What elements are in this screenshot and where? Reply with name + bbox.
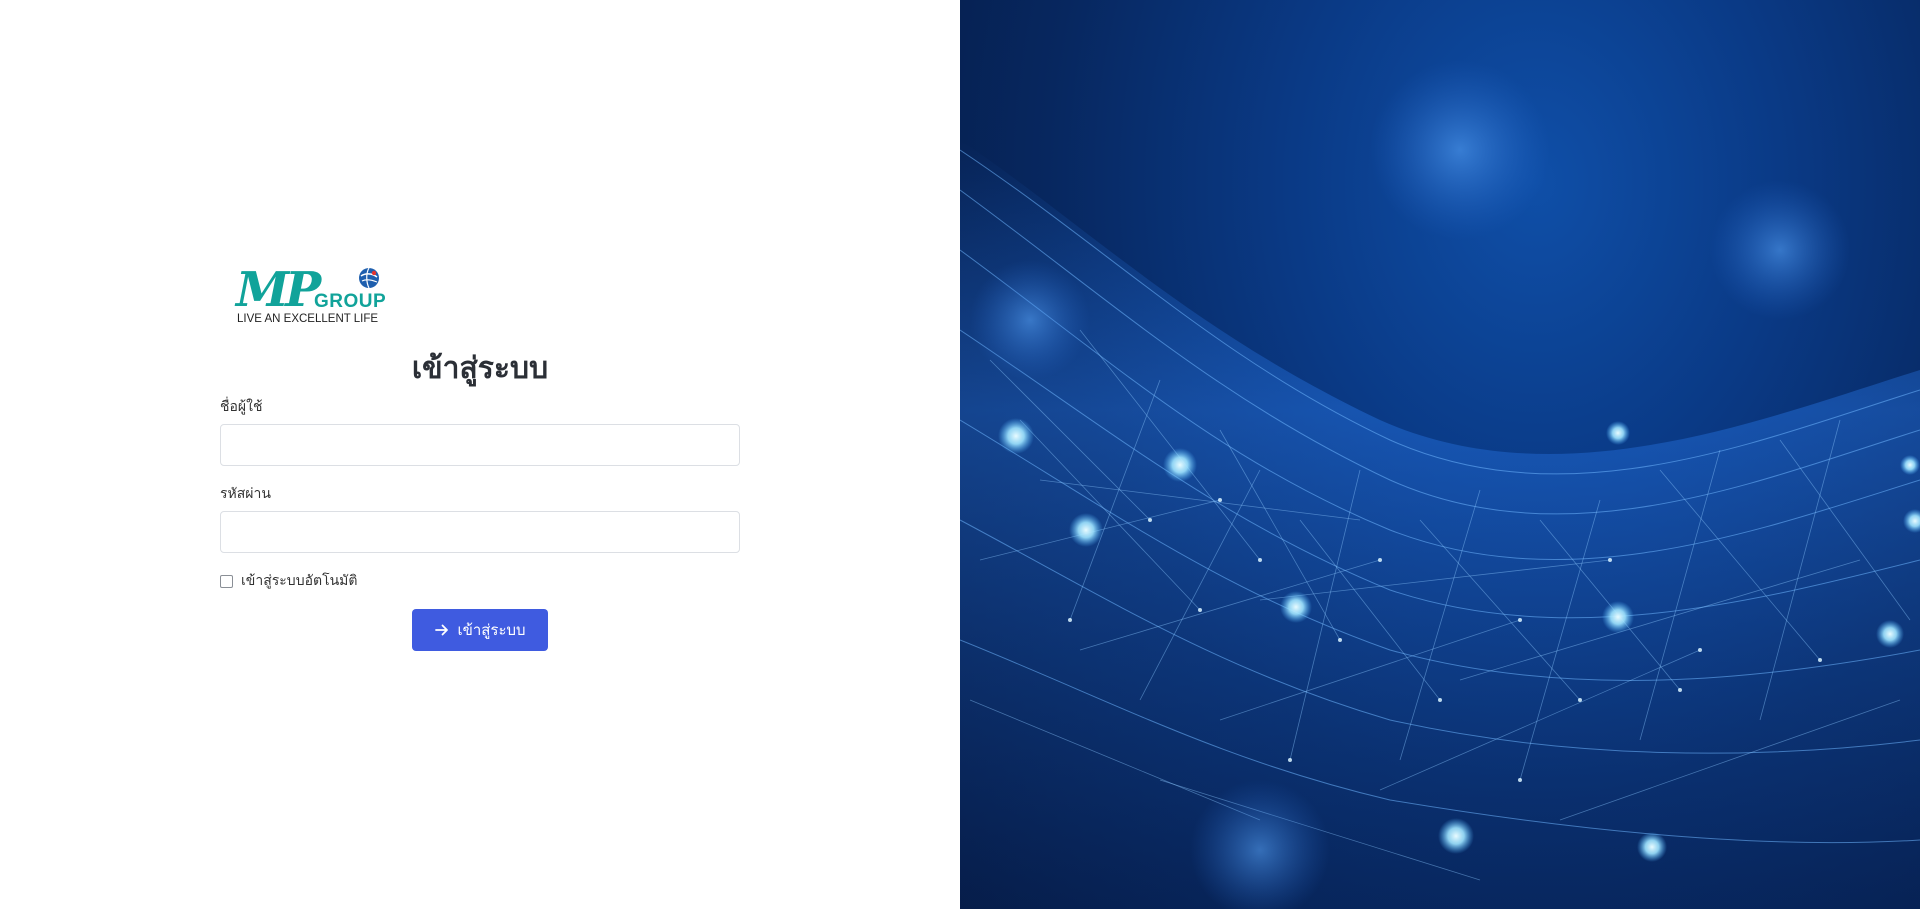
login-button[interactable]: เข้าสู่ระบบ	[412, 609, 548, 651]
mp-group-logo: MP GROUP LIVE AN EXCELLENT LIFE	[236, 262, 387, 328]
remember-me-label[interactable]: เข้าสู่ระบบอัตโนมัติ	[241, 570, 357, 592]
remember-me-row: เข้าสู่ระบบอัตโนมัติ	[220, 570, 357, 592]
network-background-image	[960, 0, 1920, 911]
logo-tagline: LIVE AN EXCELLENT LIFE	[237, 313, 379, 325]
login-page: MP GROUP LIVE AN EXCELLENT LIFE เข้าสู่ร…	[0, 0, 1920, 911]
logo-group-text: GROUP	[314, 291, 387, 312]
arrow-right-icon	[435, 624, 449, 636]
network-mesh-graphic	[960, 60, 1920, 911]
remember-me-checkbox[interactable]	[220, 574, 233, 588]
password-input[interactable]	[220, 511, 740, 553]
login-panel: MP GROUP LIVE AN EXCELLENT LIFE เข้าสู่ร…	[0, 0, 960, 911]
password-label: รหัสผ่าน	[220, 486, 271, 502]
page-title: เข้าสู่ระบบ	[411, 351, 549, 386]
username-label: ชื่อผู้ใช้	[220, 399, 263, 415]
logo-wordmark: MP	[236, 262, 321, 318]
globe-icon	[359, 267, 379, 289]
username-input[interactable]	[220, 424, 740, 466]
login-button-label: เข้าสู่ระบบ	[457, 621, 526, 639]
